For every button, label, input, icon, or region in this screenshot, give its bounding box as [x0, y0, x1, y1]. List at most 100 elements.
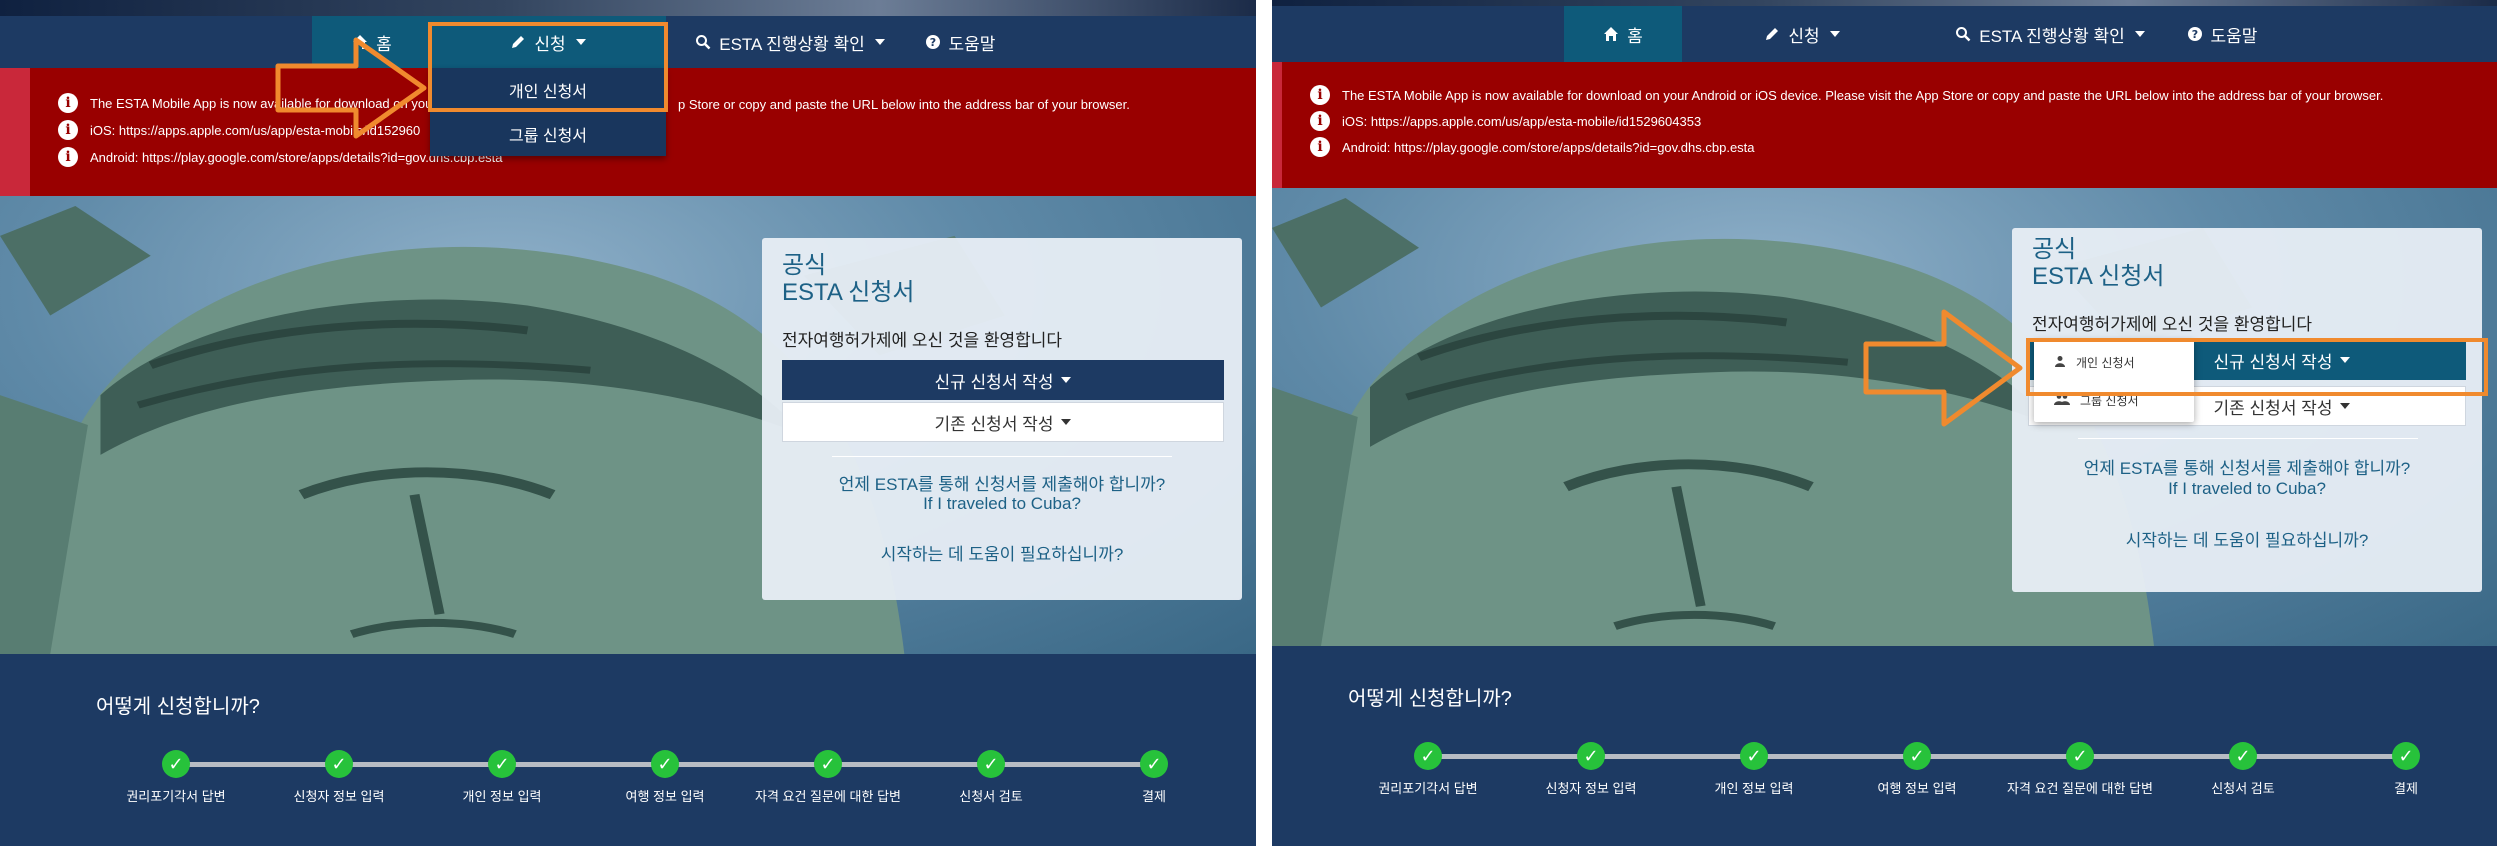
info-icon: i	[1310, 111, 1330, 131]
check-icon: ✓	[162, 750, 190, 778]
group-application-option[interactable]: 그룹 신청서	[2034, 382, 2194, 418]
card-title-line2: ESTA 신청서	[782, 279, 915, 306]
when-submit-link[interactable]: 언제 ESTA를 통해 신청서를 제출해야 합니까?	[762, 470, 1242, 495]
how-to-apply-section: 어떻게 신청합니까? ✓ 권리포기각서 답변 ✓ 신청자 정보 입력 ✓ 개인 정보 …	[0, 654, 1256, 846]
alert-line-2: i iOS: https://apps.apple.com/us/app/est…	[58, 120, 420, 140]
step-item: ✓ 신청자 정보 입력	[254, 750, 424, 805]
step-item: ✓ 권리포기각서 답변	[91, 750, 261, 805]
card-welcome-text: 전자여행허가제에 오신 것을 환영합니다	[2032, 315, 2313, 334]
nav-home-label: 홈	[1627, 26, 1643, 46]
home-icon	[352, 34, 368, 50]
card-title-line1: 공식	[782, 252, 827, 279]
cuba-link[interactable]: If I traveled to Cuba?	[762, 494, 1242, 514]
hero-section: 공식 ESTA 신청서 전자여행허가제에 오신 것을 환영합니다 신규 신청서 …	[0, 196, 1256, 654]
check-icon: ✓	[814, 750, 842, 778]
check-icon: ✓	[2066, 742, 2094, 770]
info-icon: i	[58, 120, 78, 140]
card-divider	[832, 456, 1172, 457]
check-icon: ✓	[2392, 742, 2420, 770]
home-icon	[1603, 26, 1619, 42]
step-item: ✓ 결제	[1069, 750, 1239, 805]
panel-separator	[1256, 0, 1272, 846]
step-item: ✓ 권리포기각서 답변	[1343, 742, 1513, 797]
info-icon: i	[58, 147, 78, 167]
user-icon	[2054, 355, 2066, 370]
check-icon: ✓	[488, 750, 516, 778]
svg-text:?: ?	[2191, 28, 2197, 41]
new-application-button[interactable]: 신규 신청서 작성	[782, 360, 1224, 400]
chevron-down-icon	[1061, 377, 1072, 383]
nav-status[interactable]: ESTA 진행상황 확인	[690, 16, 890, 68]
alert-line-1-tail: p Store or copy and paste the URL below …	[678, 97, 1130, 112]
step-item: ✓ 신청서 검토	[906, 750, 1076, 805]
individual-application-option[interactable]: 개인 신청서	[2034, 344, 2194, 380]
need-help-link[interactable]: 시작하는 데 도움이 필요하십니까?	[762, 540, 1242, 565]
nav-status[interactable]: ESTA 진행상황 확인	[1950, 6, 2150, 62]
step-item: ✓ 신청서 검토	[2158, 742, 2328, 797]
new-application-dropdown-menu: 개인 신청서 그룹 신청서	[2034, 340, 2194, 422]
header-banner	[0, 0, 1256, 16]
check-icon: ✓	[651, 750, 679, 778]
chevron-down-icon	[2340, 403, 2351, 409]
alert-accent-bar	[1272, 62, 1282, 188]
check-icon: ✓	[1140, 750, 1168, 778]
nav-status-label: ESTA 진행상황 확인	[719, 34, 865, 54]
chevron-down-icon	[874, 39, 885, 45]
need-help-link[interactable]: 시작하는 데 도움이 필요하십니까?	[2012, 526, 2482, 551]
cuba-link[interactable]: If I traveled to Cuba?	[2012, 479, 2482, 499]
check-icon: ✓	[1903, 742, 1931, 770]
step-item: ✓ 결제	[2321, 742, 2491, 797]
info-icon: i	[1310, 137, 1330, 157]
apply-dropdown-menu: 개인 신청서 그룹 신청서	[430, 68, 666, 156]
individual-application-option[interactable]: 개인 신청서	[430, 68, 666, 112]
svg-text:?: ?	[929, 36, 935, 49]
nav-apply[interactable]: 신청	[1742, 6, 1862, 62]
steps-title: 어떻게 신청합니까?	[96, 696, 260, 718]
main-navbar: 홈 신청 ESTA 진행상황 확인 ? 도움말	[1272, 6, 2497, 62]
step-item: ✓ 여행 정보 입력	[580, 750, 750, 805]
nav-status-label: ESTA 진행상황 확인	[1979, 26, 2125, 46]
question-icon: ?	[925, 34, 941, 50]
search-icon	[1955, 26, 1971, 42]
info-icon: i	[58, 93, 78, 113]
hero-section: 공식 ESTA 신청서 전자여행허가제에 오신 것을 환영합니다 신규 신청서 …	[1272, 188, 2497, 646]
alert-line-3: i Android: https://play.google.com/store…	[1310, 137, 1755, 157]
check-icon: ✓	[1414, 742, 1442, 770]
screenshot-right: 홈 신청 ESTA 진행상황 확인 ? 도움말 i The ESTA Mobil…	[1272, 0, 2497, 846]
pencil-icon	[1764, 26, 1780, 42]
nav-apply-label: 신청	[534, 34, 566, 54]
nav-help-label: 도움말	[2210, 26, 2258, 46]
nav-home[interactable]: 홈	[312, 16, 432, 68]
check-icon: ✓	[1577, 742, 1605, 770]
nav-help[interactable]: ? 도움말	[2172, 6, 2272, 62]
check-icon: ✓	[1740, 742, 1768, 770]
chevron-down-icon	[2134, 31, 2145, 37]
question-icon: ?	[2187, 26, 2203, 42]
main-navbar: 홈 신청 ESTA 진행상황 확인 ? 도움말	[0, 16, 1256, 68]
existing-application-button[interactable]: 기존 신청서 작성	[782, 402, 1224, 442]
nav-home[interactable]: 홈	[1564, 6, 1682, 62]
nav-apply-label: 신청	[1788, 26, 1820, 46]
step-item: ✓ 신청자 정보 입력	[1506, 742, 1676, 797]
step-item: ✓ 자격 요건 질문에 대한 답변	[1995, 742, 2165, 797]
alert-line-1: i The ESTA Mobile App is now available f…	[1310, 85, 2383, 105]
nav-apply[interactable]: 신청	[430, 16, 666, 68]
alert-line-1: i The ESTA Mobile App is now available f…	[58, 93, 437, 113]
alert-line-2: i iOS: https://apps.apple.com/us/app/est…	[1310, 111, 1701, 131]
group-application-option[interactable]: 그룹 신청서	[430, 112, 666, 156]
check-icon: ✓	[2229, 742, 2257, 770]
check-icon: ✓	[977, 750, 1005, 778]
step-item: ✓ 여행 정보 입력	[1832, 742, 2002, 797]
nav-home-label: 홈	[376, 34, 392, 54]
nav-help-label: 도움말	[948, 34, 996, 54]
chevron-down-icon	[1061, 419, 1072, 425]
step-item: ✓ 개인 정보 입력	[417, 750, 587, 805]
chevron-down-icon	[1829, 31, 1840, 37]
chevron-down-icon	[2340, 357, 2351, 363]
card-title-line2: ESTA 신청서	[2032, 263, 2165, 290]
nav-help[interactable]: ? 도움말	[910, 16, 1010, 68]
app-alert-banner: i The ESTA Mobile App is now available f…	[1272, 62, 2497, 188]
card-title-line1: 공식	[2032, 236, 2077, 263]
when-submit-link[interactable]: 언제 ESTA를 통해 신청서를 제출해야 합니까?	[2012, 454, 2482, 479]
pencil-icon	[510, 34, 526, 50]
